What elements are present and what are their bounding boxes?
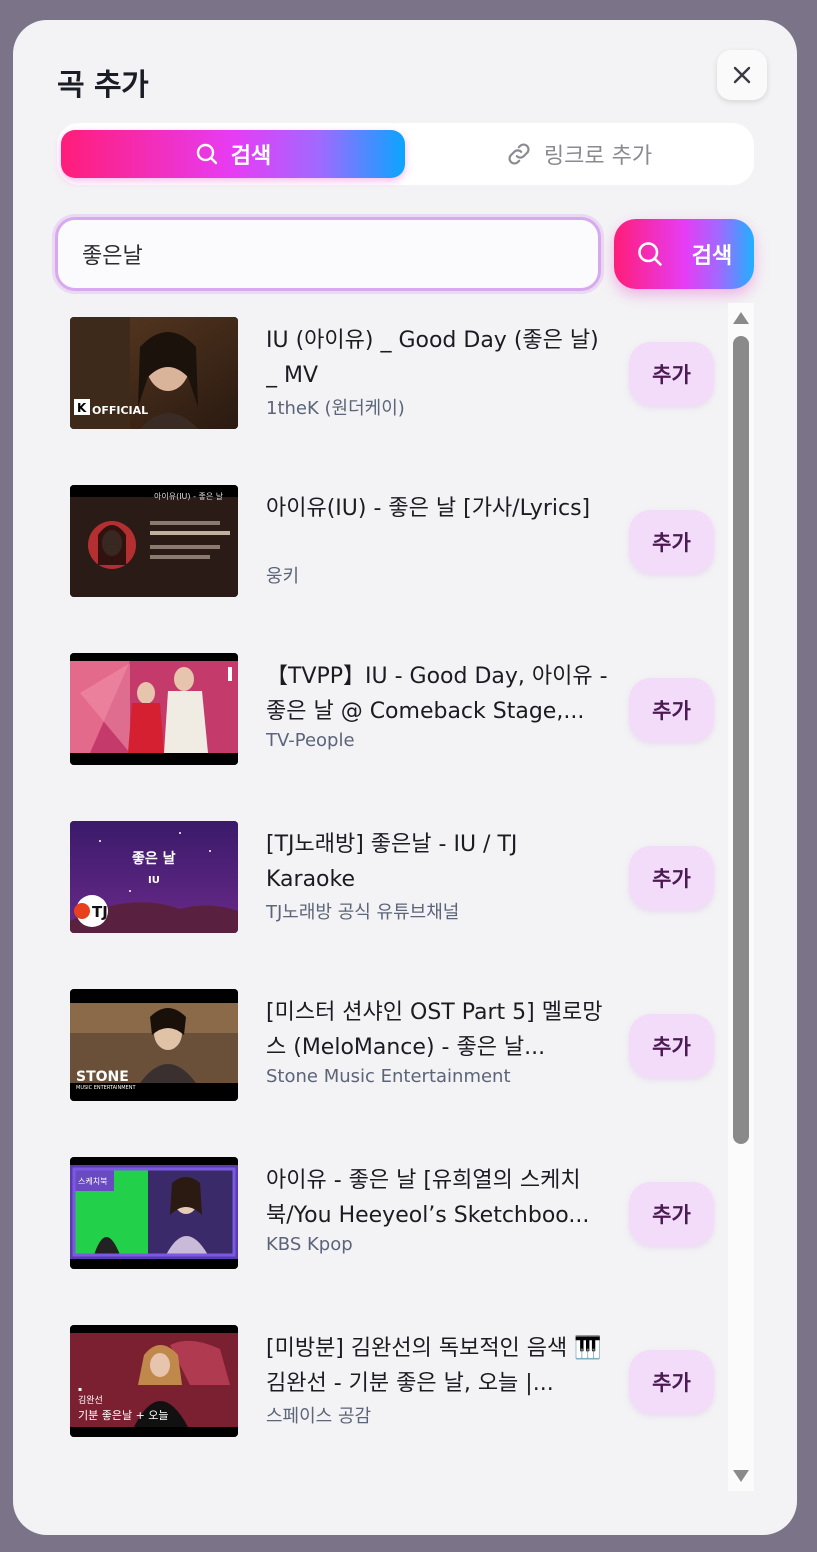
- list-item: STONE MUSIC ENTERTAINMENT [미스터 션샤인 OST P…: [53, 975, 729, 1105]
- thumbnail-badge: K: [77, 401, 87, 415]
- link-icon: [506, 141, 532, 167]
- search-icon: [636, 240, 664, 268]
- modal-title: 곡 추가: [57, 68, 149, 103]
- result-channel: TV-People: [266, 730, 355, 751]
- result-title: [미스터 션샤인 OST Part 5] 멜로망스 (MeloMance) - …: [266, 1000, 603, 1060]
- video-thumbnail[interactable]: [70, 653, 238, 765]
- close-button[interactable]: [717, 50, 767, 100]
- thumbnail-sub: 김완선: [78, 1394, 103, 1406]
- tab-search-label: 검색: [230, 144, 272, 169]
- search-icon: [195, 142, 219, 166]
- add-button[interactable]: 추가: [629, 1014, 714, 1078]
- list-item: 좋은 날 IU TJ [TJ노래방] 좋은날 - IU / TJ Karaoke…: [53, 807, 729, 937]
- results-list: K OFFICIAL IU (아이유) _ Good Day (좋은 날) _ …: [53, 303, 729, 1493]
- add-button[interactable]: 추가: [629, 678, 714, 742]
- video-thumbnail[interactable]: K OFFICIAL: [70, 317, 238, 429]
- list-item: ▪ 김완선 기분 좋은날 + 오늘 [미방분] 김완선의 독보적인 음색 🎹 김…: [53, 1311, 729, 1441]
- thumbnail-sub: IU: [148, 875, 160, 886]
- result-title: 아이유 - 좋은 날 [유희열의 스케치북/You Heeyeol’s Sket…: [266, 1168, 590, 1228]
- thumbnail-caption: OFFICIAL: [92, 404, 148, 417]
- result-channel: 스페이스 공감: [266, 1406, 372, 1427]
- search-button-label: 검색: [691, 244, 733, 269]
- thumbnail-badge: TJ: [92, 903, 108, 921]
- scroll-down-arrow-icon[interactable]: [733, 1470, 749, 1482]
- search-button[interactable]: 검색: [614, 219, 754, 289]
- scroll-up-arrow-icon[interactable]: [733, 312, 749, 324]
- svg-text:▪: ▪: [78, 1386, 82, 1393]
- scrollbar-thumb[interactable]: [733, 336, 749, 1144]
- list-item: 아이유(IU) - 좋은 날 아이유(IU) - 좋은 날 [가사/Lyrics…: [53, 471, 729, 601]
- add-button[interactable]: 추가: [629, 1350, 714, 1414]
- add-button[interactable]: 추가: [629, 510, 714, 574]
- add-button[interactable]: 추가: [629, 846, 714, 910]
- thumbnail-caption: 좋은 날: [132, 851, 176, 867]
- result-title: [미방분] 김완선의 독보적인 음색 🎹 김완선 - 기분 좋은 날, 오늘 |…: [266, 1336, 602, 1396]
- video-thumbnail[interactable]: 아이유(IU) - 좋은 날: [70, 485, 238, 597]
- result-channel: 웅키: [266, 566, 300, 587]
- video-thumbnail[interactable]: 좋은 날 IU TJ: [70, 821, 238, 933]
- thumbnail-sub: MUSIC ENTERTAINMENT: [76, 1085, 136, 1091]
- tab-link-label: 링크로 추가: [543, 144, 653, 169]
- add-button[interactable]: 추가: [629, 342, 714, 406]
- scrollbar[interactable]: [728, 303, 754, 1491]
- thumbnail-caption: 아이유(IU) - 좋은 날: [154, 491, 224, 501]
- search-input[interactable]: [55, 217, 601, 291]
- video-thumbnail[interactable]: ▪ 김완선 기분 좋은날 + 오늘: [70, 1325, 238, 1437]
- add-song-modal: 곡 추가 검색 링크로 추가 검색: [13, 20, 797, 1535]
- thumbnail-caption: 기분 좋은날 + 오늘: [78, 1409, 169, 1422]
- result-title: 【TVPP】IU - Good Day, 아이유 - 좋은 날 @ Comeba…: [266, 664, 608, 724]
- list-item: K OFFICIAL IU (아이유) _ Good Day (좋은 날) _ …: [53, 303, 729, 433]
- result-title: IU (아이유) _ Good Day (좋은 날) _ MV: [266, 328, 599, 388]
- result-title: 아이유(IU) - 좋은 날 [가사/Lyrics]: [266, 496, 591, 521]
- list-item: 스케치북 아이유 - 좋은 날 [유희열의 스케치북/You Heeyeol’s…: [53, 1143, 729, 1273]
- tab-link[interactable]: 링크로 추가: [407, 130, 751, 178]
- tab-search[interactable]: 검색: [61, 130, 405, 178]
- thumbnail-caption: STONE: [76, 1069, 129, 1085]
- result-channel: KBS Kpop: [266, 1234, 353, 1255]
- thumbnail-caption: 스케치북: [78, 1177, 107, 1186]
- video-thumbnail[interactable]: STONE MUSIC ENTERTAINMENT: [70, 989, 238, 1101]
- close-icon: [733, 66, 751, 84]
- video-thumbnail[interactable]: 스케치북: [70, 1157, 238, 1269]
- result-title: [TJ노래방] 좋은날 - IU / TJ Karaoke: [266, 832, 518, 892]
- result-channel: Stone Music Entertainment: [266, 1066, 511, 1087]
- tab-bar: 검색 링크로 추가: [57, 123, 754, 185]
- result-channel: 1theK (원더케이): [266, 398, 405, 419]
- add-button[interactable]: 추가: [629, 1182, 714, 1246]
- result-channel: TJ노래방 공식 유튜브채널: [266, 902, 460, 923]
- list-item: 【TVPP】IU - Good Day, 아이유 - 좋은 날 @ Comeba…: [53, 639, 729, 769]
